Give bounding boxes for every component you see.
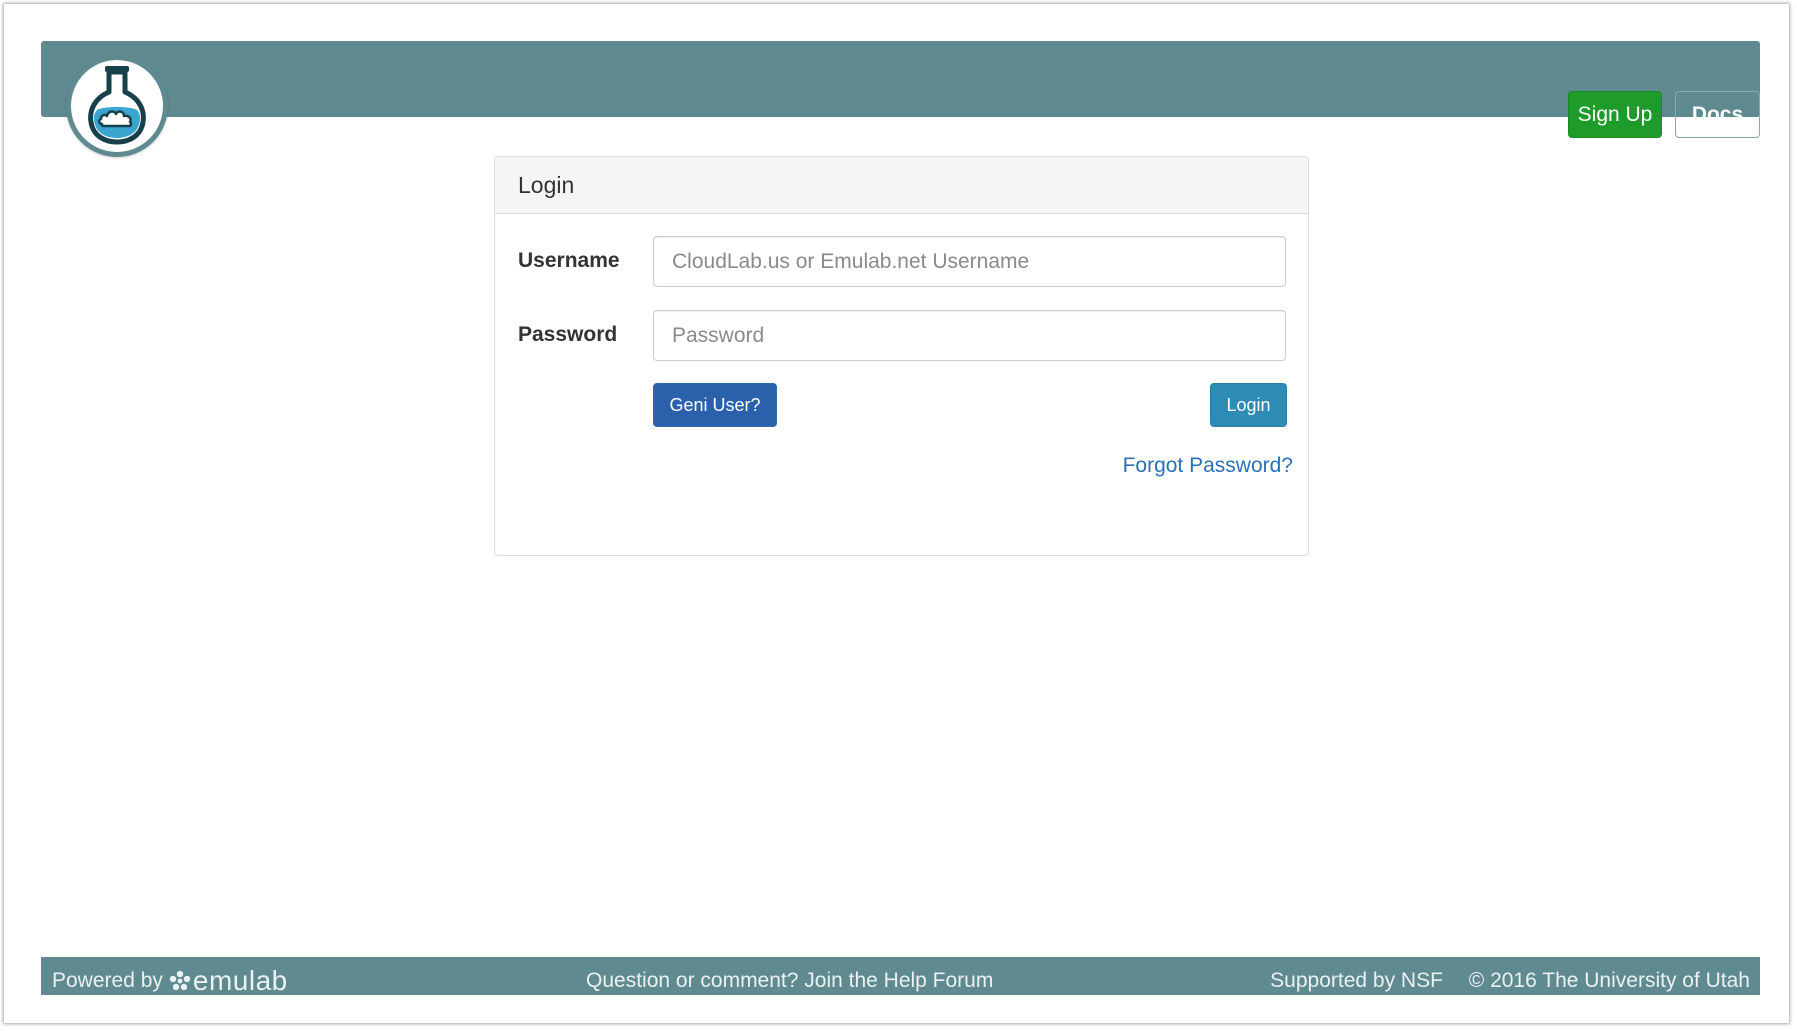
login-panel: Login Username Password Geni User? Login… xyxy=(494,156,1309,556)
login-panel-heading: Login xyxy=(495,157,1308,214)
footer-credits: Supported by NSF © 2016 The University o… xyxy=(1270,969,1750,993)
site-logo[interactable] xyxy=(66,55,168,157)
powered-by: Powered by emulab xyxy=(52,965,288,996)
browser-page: Sign Up Docs Login Username Password Gen… xyxy=(4,4,1789,1023)
nsf-support-text[interactable]: Supported by NSF xyxy=(1270,969,1443,992)
top-navbar: Sign Up Docs xyxy=(41,41,1760,138)
username-input[interactable] xyxy=(653,236,1286,287)
password-label: Password xyxy=(518,323,618,346)
powered-by-text: Powered by xyxy=(52,969,163,992)
emulab-logo-text: emulab xyxy=(192,965,288,996)
geni-user-button[interactable]: Geni User? xyxy=(653,383,777,427)
login-panel-title: Login xyxy=(518,172,575,198)
copyright-text: © 2016 The University of Utah xyxy=(1468,969,1750,992)
docs-button[interactable]: Docs xyxy=(1675,91,1760,138)
username-label: Username xyxy=(518,249,620,272)
help-forum-link[interactable]: Question or comment? Join the Help Forum xyxy=(586,969,993,993)
sign-up-button[interactable]: Sign Up xyxy=(1568,91,1662,138)
emulab-logo[interactable]: emulab xyxy=(169,965,288,996)
flask-cloud-icon xyxy=(88,66,146,145)
login-button[interactable]: Login xyxy=(1210,383,1287,427)
footer-bar: Powered by emulab Question or comment? J… xyxy=(41,957,1760,995)
emulab-flower-icon xyxy=(169,970,191,991)
forgot-password-link[interactable]: Forgot Password? xyxy=(1123,454,1293,478)
password-input[interactable] xyxy=(653,310,1286,361)
